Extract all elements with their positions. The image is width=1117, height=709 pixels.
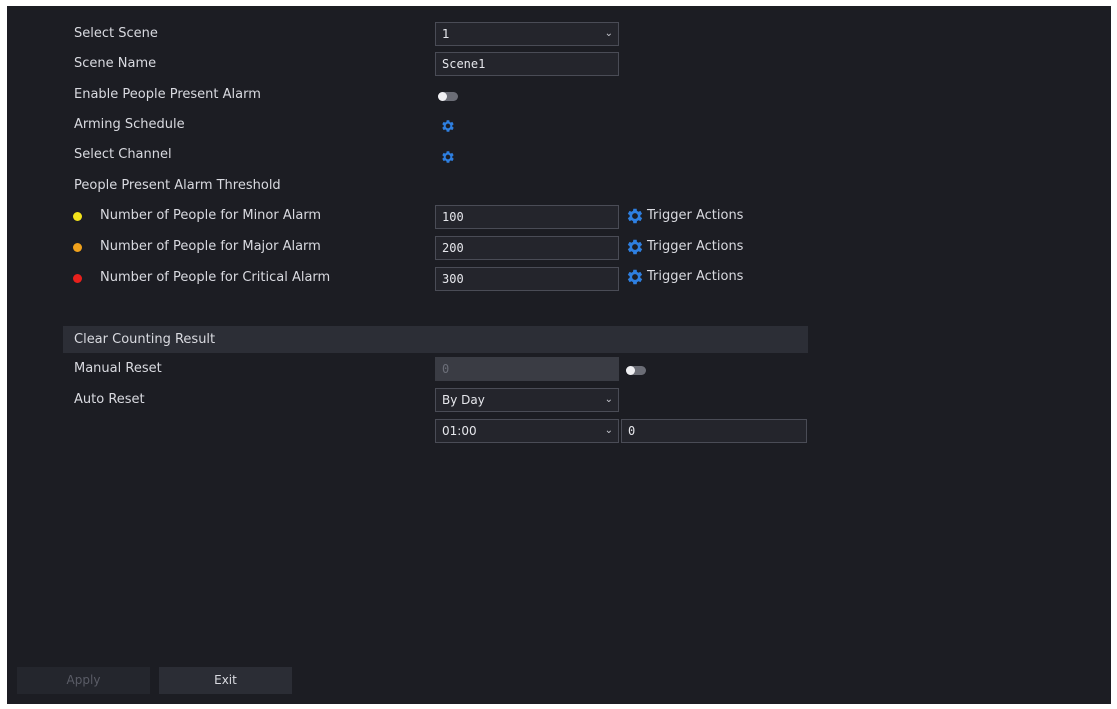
arming-schedule-label: Arming Schedule bbox=[74, 117, 185, 132]
critical-alarm-value: 300 bbox=[442, 272, 464, 286]
people-present-alarm-panel: Select Scene 1 ⌄ Scene Name Scene1 Enabl… bbox=[7, 6, 1111, 704]
select-channel-label: Select Channel bbox=[74, 147, 172, 162]
toggle-knob bbox=[626, 366, 635, 375]
arming-schedule-gear-icon[interactable] bbox=[440, 118, 456, 134]
chevron-down-icon: ⌄ bbox=[604, 394, 613, 405]
trigger-actions-label: Trigger Actions bbox=[647, 269, 744, 284]
major-alarm-dot bbox=[73, 243, 82, 252]
scene-name-value: Scene1 bbox=[442, 57, 486, 71]
select-scene-label: Select Scene bbox=[74, 26, 158, 41]
major-alarm-input[interactable]: 200 bbox=[435, 236, 619, 260]
minor-alarm-value: 100 bbox=[442, 210, 464, 224]
select-scene-dropdown[interactable]: 1 ⌄ bbox=[435, 22, 619, 46]
manual-reset-toggle[interactable] bbox=[626, 366, 646, 375]
trigger-actions-label: Trigger Actions bbox=[647, 208, 744, 223]
select-scene-value: 1 bbox=[442, 27, 450, 41]
chevron-down-icon: ⌄ bbox=[604, 425, 613, 436]
gear-icon bbox=[625, 206, 645, 226]
manual-reset-label: Manual Reset bbox=[74, 361, 162, 376]
auto-reset-dropdown[interactable]: By Day ⌄ bbox=[435, 388, 619, 412]
exit-button[interactable]: Exit bbox=[159, 667, 292, 694]
clear-counting-section-header: Clear Counting Result bbox=[63, 326, 808, 353]
major-alarm-value: 200 bbox=[442, 241, 464, 255]
threshold-title: People Present Alarm Threshold bbox=[74, 178, 281, 193]
enable-alarm-toggle[interactable] bbox=[438, 92, 458, 101]
gear-icon bbox=[625, 267, 645, 287]
reset-time-dropdown[interactable]: 01:00 ⌄ bbox=[435, 419, 619, 443]
reset-extra-input[interactable]: 0 bbox=[621, 419, 807, 443]
minor-alarm-input[interactable]: 100 bbox=[435, 205, 619, 229]
apply-button[interactable]: Apply bbox=[17, 667, 150, 694]
enable-alarm-label: Enable People Present Alarm bbox=[74, 87, 261, 102]
clear-counting-title: Clear Counting Result bbox=[74, 332, 216, 347]
reset-extra-value: 0 bbox=[628, 424, 636, 438]
scene-name-input[interactable]: Scene1 bbox=[435, 52, 619, 76]
trigger-actions-label: Trigger Actions bbox=[647, 239, 744, 254]
select-channel-gear-icon[interactable] bbox=[440, 149, 456, 165]
critical-alarm-dot bbox=[73, 274, 82, 283]
reset-time-value: 01:00 bbox=[442, 424, 477, 438]
major-alarm-label: Number of People for Major Alarm bbox=[100, 239, 321, 254]
minor-alarm-dot bbox=[73, 212, 82, 221]
scene-name-label: Scene Name bbox=[74, 56, 157, 71]
minor-alarm-label: Number of People for Minor Alarm bbox=[100, 208, 322, 223]
toggle-knob bbox=[438, 92, 447, 101]
critical-alarm-input[interactable]: 300 bbox=[435, 267, 619, 291]
auto-reset-value: By Day bbox=[442, 393, 485, 407]
gear-icon bbox=[625, 237, 645, 257]
manual-reset-value: 0 bbox=[442, 362, 450, 376]
auto-reset-label: Auto Reset bbox=[74, 392, 145, 407]
chevron-down-icon: ⌄ bbox=[604, 28, 613, 39]
manual-reset-input: 0 bbox=[435, 357, 619, 381]
critical-alarm-label: Number of People for Critical Alarm bbox=[100, 270, 331, 285]
